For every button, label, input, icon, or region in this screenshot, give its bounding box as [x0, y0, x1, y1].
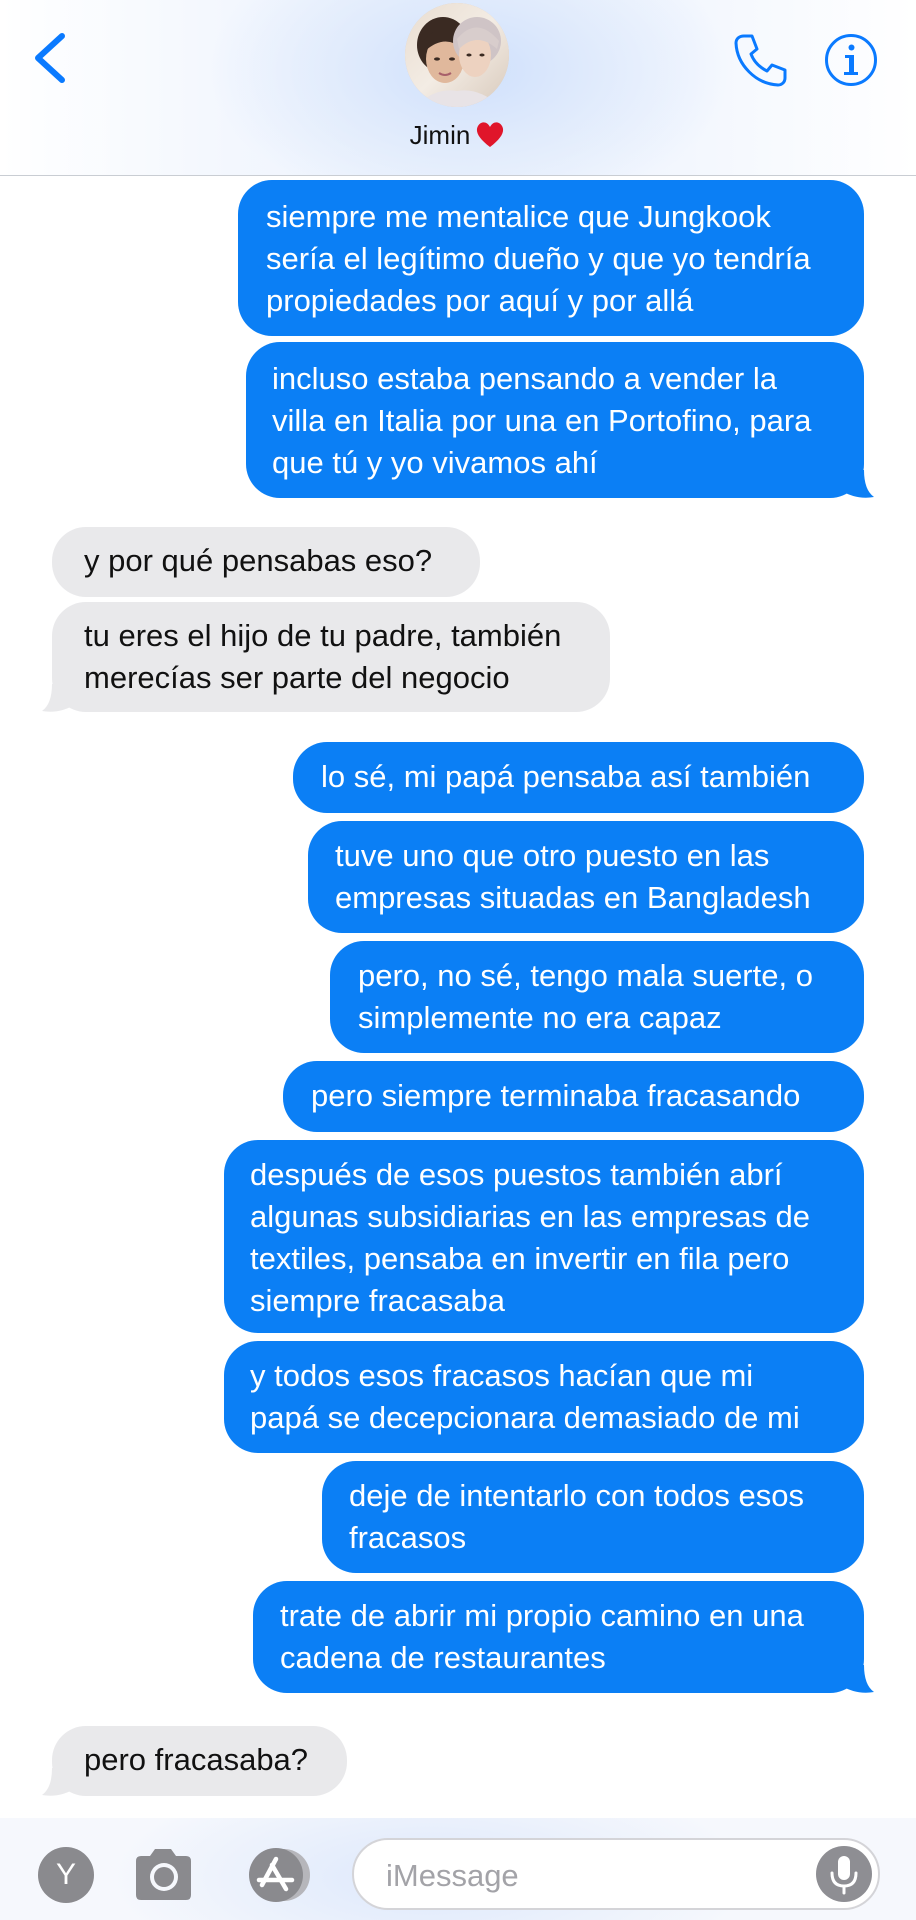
- message-input-field[interactable]: [352, 1838, 880, 1910]
- sent-message[interactable]: después de esos puestos también abrí alg…: [224, 1140, 864, 1333]
- sent-bubble-tail: [840, 470, 874, 498]
- info-button[interactable]: [823, 32, 879, 88]
- sent-message[interactable]: pero siempre terminaba fracasando: [283, 1061, 864, 1132]
- sent-message[interactable]: siempre me mentalice que Jungkook sería …: [238, 180, 864, 336]
- microphone-icon: [830, 1856, 858, 1895]
- contact-avatar[interactable]: [405, 3, 509, 107]
- app-store-icon: [249, 1848, 310, 1902]
- sent-message[interactable]: pero, no sé, tengo mala suerte, o simple…: [330, 941, 864, 1053]
- received-message[interactable]: pero fracasaba?: [52, 1726, 347, 1796]
- phone-icon: [734, 34, 787, 87]
- contact-name-row[interactable]: Jimin: [0, 118, 916, 152]
- sent-message[interactable]: y todos esos fracasos hacían que mi papá…: [224, 1341, 864, 1453]
- sent-message[interactable]: incluso estaba pensando a vender la vill…: [246, 342, 864, 498]
- dictation-button[interactable]: [816, 1846, 872, 1902]
- sent-bubble-tail: [840, 1665, 874, 1693]
- info-icon: [825, 34, 877, 86]
- received-bubble-tail: [42, 684, 76, 712]
- received-message[interactable]: y por qué pensabas eso?: [52, 527, 480, 597]
- call-button[interactable]: [730, 30, 790, 90]
- camera-icon: [136, 1849, 191, 1900]
- sent-message[interactable]: deje de intentarlo con todos esos fracas…: [322, 1461, 864, 1573]
- received-bubble-tail: [42, 1768, 76, 1796]
- app-drawer-button[interactable]: Y: [38, 1847, 94, 1903]
- message-input[interactable]: [384, 1852, 788, 1900]
- heart-emoji: [474, 118, 506, 150]
- chevron-left-icon: [35, 33, 65, 83]
- contact-name: Jimin: [409, 120, 471, 150]
- received-message[interactable]: tu eres el hijo de tu padre, también mer…: [52, 602, 610, 712]
- conversation-header: Jimin: [0, 0, 916, 176]
- app-store-button[interactable]: [240, 1845, 316, 1905]
- sent-message[interactable]: tuve uno que otro puesto en las empresas…: [308, 821, 864, 933]
- sent-message[interactable]: lo sé, mi papá pensaba así también: [293, 742, 864, 813]
- camera-button[interactable]: [130, 1845, 196, 1905]
- sent-message[interactable]: trate de abrir mi propio camino en una c…: [253, 1581, 864, 1693]
- back-button[interactable]: [28, 28, 76, 88]
